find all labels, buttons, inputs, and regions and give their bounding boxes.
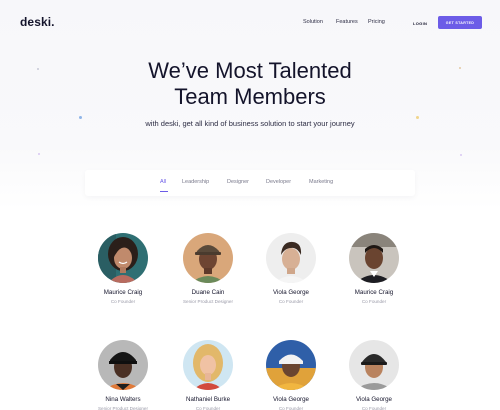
avatar-photo <box>98 340 148 390</box>
decorative-dot <box>38 153 40 155</box>
tab-all[interactable]: All <box>160 179 166 185</box>
header: deski. Solution Features Pricing LOGIN G… <box>0 0 500 44</box>
hero-title-line-2: Team Members <box>174 84 326 109</box>
member-avatar <box>349 233 399 283</box>
filter-tabs-bar <box>85 170 415 196</box>
avatar-photo <box>349 233 399 283</box>
avatar-photo <box>183 340 233 390</box>
tab-leadership[interactable]: Leadership <box>182 179 209 185</box>
member-role: Co Founder <box>361 406 387 410</box>
member-avatar <box>349 340 399 390</box>
nav-solution[interactable]: Solution <box>303 19 323 25</box>
login-link[interactable]: LOGIN <box>413 21 427 26</box>
active-tab-indicator <box>160 191 168 192</box>
member-avatar <box>266 340 316 390</box>
avatar-photo <box>266 340 316 390</box>
member-avatar <box>98 340 148 390</box>
team-member-card[interactable]: Viola George Co Founder <box>324 340 424 410</box>
member-avatar <box>183 233 233 283</box>
member-avatar <box>98 233 148 283</box>
tab-developer[interactable]: Developer <box>266 179 291 185</box>
avatar-photo <box>98 233 148 283</box>
tab-designer[interactable]: Designer <box>227 179 249 185</box>
page: deski. Solution Features Pricing LOGIN G… <box>0 0 500 410</box>
member-name: Maurice Craig <box>354 289 394 296</box>
avatar-photo <box>183 233 233 283</box>
avatar-photo <box>349 340 399 390</box>
member-avatar <box>183 340 233 390</box>
logo[interactable]: deski. <box>20 15 55 29</box>
hero-title: We’ve Most Talented Team Members <box>0 58 500 110</box>
member-role: Co Founder <box>361 299 387 304</box>
nav-pricing[interactable]: Pricing <box>368 19 385 25</box>
member-name: Viola George <box>355 396 392 403</box>
avatar-photo <box>266 233 316 283</box>
decorative-dot <box>460 154 462 156</box>
nav-features[interactable]: Features <box>336 19 358 25</box>
hero-subtitle: with deski, get all kind of business sol… <box>145 119 355 128</box>
hero-title-line-1: We’ve Most Talented <box>148 58 352 83</box>
team-member-card[interactable]: Maurice Craig Co Founder <box>324 233 424 313</box>
member-avatar <box>266 233 316 283</box>
get-started-button[interactable]: GET STARTED <box>438 16 482 29</box>
tab-marketing[interactable]: Marketing <box>309 179 333 185</box>
